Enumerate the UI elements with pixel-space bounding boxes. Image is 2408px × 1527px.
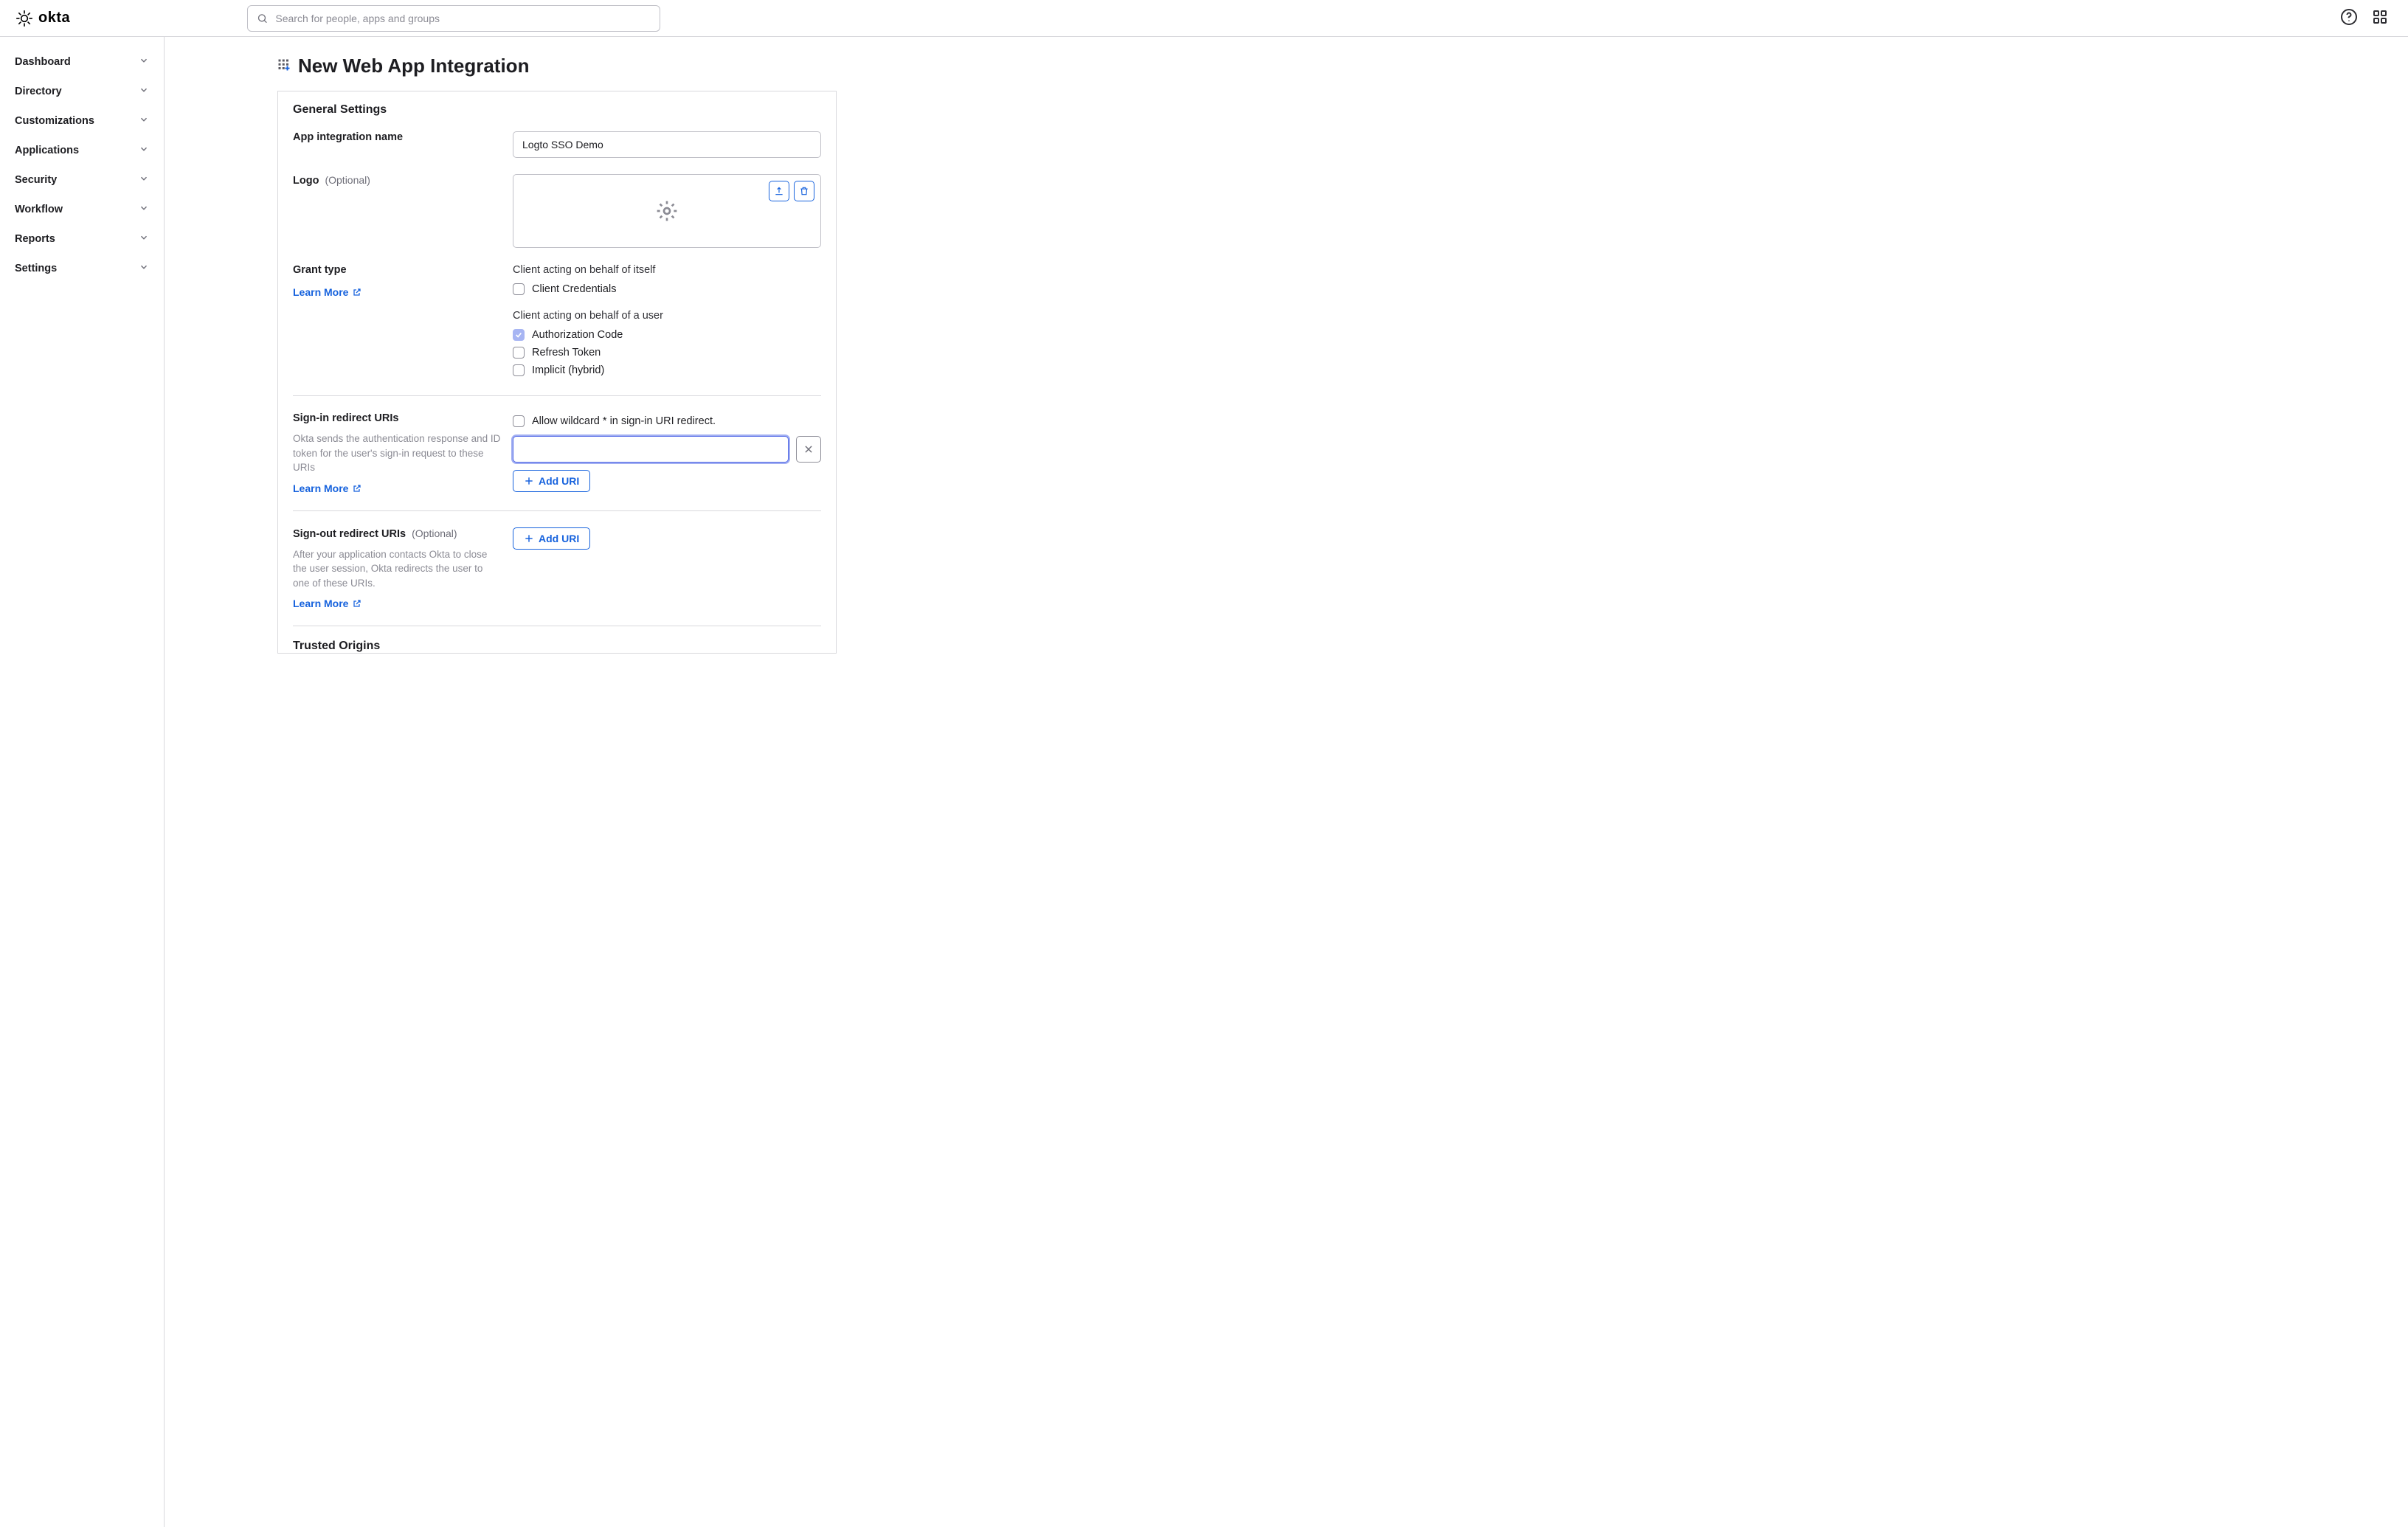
signin-uri-input[interactable] xyxy=(513,436,789,463)
chevron-down-icon xyxy=(139,55,149,69)
chevron-down-icon xyxy=(139,85,149,98)
okta-sunburst-icon xyxy=(15,9,34,28)
sidebar-item-settings[interactable]: Settings xyxy=(0,254,164,283)
checkbox-icon xyxy=(513,364,525,376)
grant-type-label: Grant type xyxy=(293,264,501,276)
sidebar: Dashboard Directory Customizations Appli… xyxy=(0,37,165,1527)
sidebar-item-label: Security xyxy=(15,174,57,186)
sidebar-item-customizations[interactable]: Customizations xyxy=(0,106,164,136)
checkbox-icon xyxy=(513,283,525,295)
sidebar-item-workflow[interactable]: Workflow xyxy=(0,195,164,224)
search-icon xyxy=(257,13,268,24)
okta-logo-text: okta xyxy=(38,10,70,27)
logo-label: Logo (Optional) xyxy=(293,174,501,187)
chevron-down-icon xyxy=(139,262,149,275)
app-name-label: App integration name xyxy=(293,131,501,143)
sidebar-item-label: Workflow xyxy=(15,204,63,215)
sidebar-item-directory[interactable]: Directory xyxy=(0,77,164,106)
signout-learn-more-link[interactable]: Learn More xyxy=(293,598,361,609)
help-icon xyxy=(2340,8,2358,26)
okta-logo[interactable]: okta xyxy=(15,9,70,28)
external-link-icon xyxy=(353,288,361,297)
checkbox-checked-icon xyxy=(513,329,525,341)
signout-uris-label: Sign-out redirect URIs (Optional) xyxy=(293,527,501,540)
upload-icon xyxy=(774,186,784,196)
help-button[interactable] xyxy=(2340,8,2358,28)
sidebar-item-label: Dashboard xyxy=(15,56,71,68)
upload-logo-button[interactable] xyxy=(769,181,789,201)
chevron-down-icon xyxy=(139,173,149,187)
implicit-option[interactable]: Implicit (hybrid) xyxy=(513,361,821,379)
sidebar-item-label: Customizations xyxy=(15,115,94,127)
add-signin-uri-button[interactable]: Add URI xyxy=(513,470,590,492)
main-content: New Web App Integration General Settings… xyxy=(165,37,2408,1527)
authorization-code-option[interactable]: Authorization Code xyxy=(513,326,821,344)
sidebar-item-dashboard[interactable]: Dashboard xyxy=(0,47,164,77)
search-input[interactable] xyxy=(275,13,651,24)
sidebar-item-security[interactable]: Security xyxy=(0,165,164,195)
sidebar-item-applications[interactable]: Applications xyxy=(0,136,164,165)
add-signout-uri-button[interactable]: Add URI xyxy=(513,527,590,550)
sidebar-item-label: Reports xyxy=(15,233,55,245)
app-name-input[interactable] xyxy=(513,131,821,158)
form-card: General Settings App integration name Lo… xyxy=(277,91,837,654)
plus-icon xyxy=(524,533,534,544)
plus-icon xyxy=(524,476,534,486)
chevron-down-icon xyxy=(139,114,149,128)
page-title: New Web App Integration xyxy=(298,55,529,77)
chevron-down-icon xyxy=(139,144,149,157)
external-link-icon xyxy=(353,599,361,608)
logo-upload-box xyxy=(513,174,821,248)
checkbox-icon xyxy=(513,415,525,427)
close-icon xyxy=(803,444,814,454)
app-integration-icon xyxy=(277,58,291,74)
global-search[interactable] xyxy=(247,5,660,32)
chevron-down-icon xyxy=(139,203,149,216)
apps-launcher-button[interactable] xyxy=(2371,8,2389,28)
gear-icon xyxy=(655,199,679,223)
refresh-token-option[interactable]: Refresh Token xyxy=(513,344,821,361)
delete-logo-button[interactable] xyxy=(794,181,814,201)
sidebar-item-label: Settings xyxy=(15,263,57,274)
external-link-icon xyxy=(353,484,361,493)
general-settings-title: General Settings xyxy=(278,91,836,125)
client-credentials-option[interactable]: Client Credentials xyxy=(513,280,821,298)
remove-uri-button[interactable] xyxy=(796,436,821,463)
signin-learn-more-link[interactable]: Learn More xyxy=(293,482,361,494)
signin-uris-label: Sign-in redirect URIs xyxy=(293,412,501,424)
signin-uris-help: Okta sends the authentication response a… xyxy=(293,432,501,475)
top-header: okta xyxy=(0,0,2408,37)
chevron-down-icon xyxy=(139,232,149,246)
apps-grid-icon xyxy=(2371,8,2389,26)
wildcard-option[interactable]: Allow wildcard * in sign-in URI redirect… xyxy=(513,412,821,430)
grant-learn-more-link[interactable]: Learn More xyxy=(293,286,361,298)
grant-self-heading: Client acting on behalf of itself xyxy=(513,264,821,276)
sidebar-item-label: Applications xyxy=(15,145,79,156)
signout-uris-help: After your application contacts Okta to … xyxy=(293,547,501,591)
sidebar-item-label: Directory xyxy=(15,86,62,97)
trash-icon xyxy=(799,186,809,196)
grant-user-heading: Client acting on behalf of a user xyxy=(513,310,821,322)
divider xyxy=(293,510,821,511)
checkbox-icon xyxy=(513,347,525,359)
divider xyxy=(293,395,821,396)
trusted-origins-title: Trusted Origins xyxy=(293,640,821,653)
sidebar-item-reports[interactable]: Reports xyxy=(0,224,164,254)
